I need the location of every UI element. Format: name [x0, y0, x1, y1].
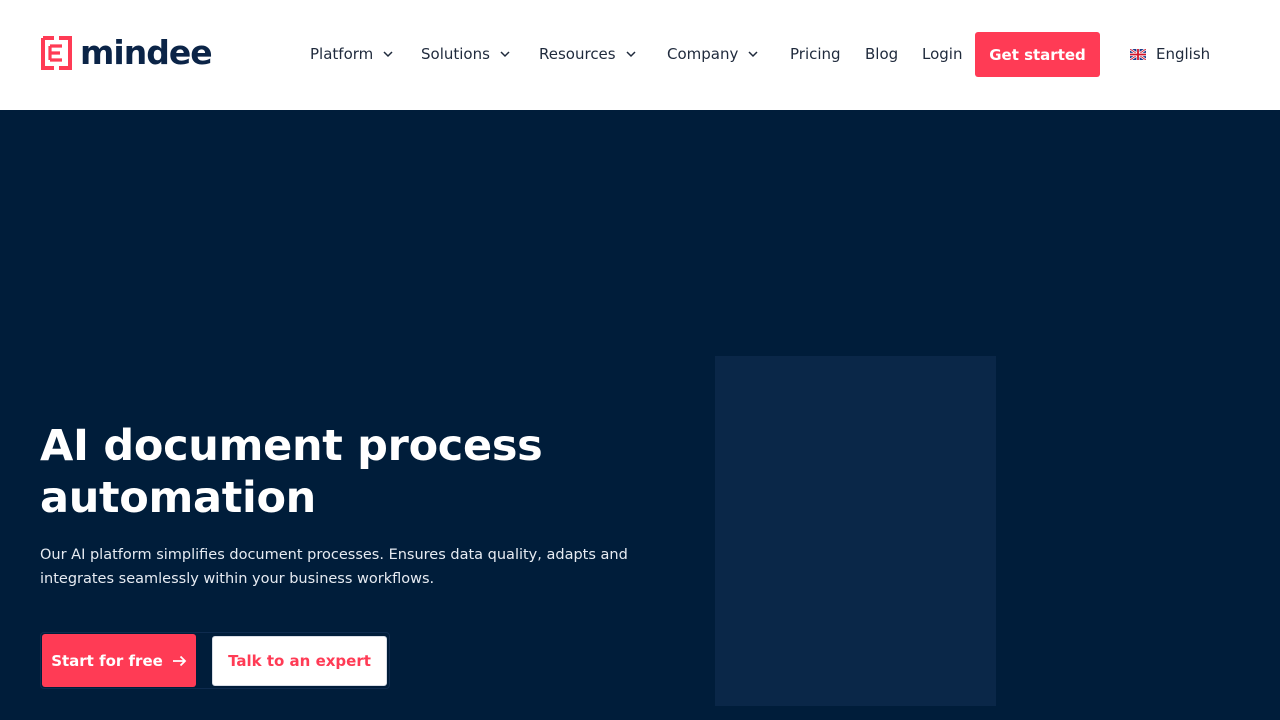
- hero-subtitle: Our AI platform simplifies document proc…: [40, 547, 628, 587]
- hero-title: AI document process automation: [40, 421, 543, 523]
- nav-item-company[interactable]: Company: [667, 43, 759, 65]
- chevron-down-icon: [500, 51, 510, 58]
- uk-flag-icon: [1130, 48, 1146, 60]
- chevron-down-icon: [626, 51, 636, 58]
- chevron-down-icon: [748, 51, 758, 58]
- nav-item-resources[interactable]: Resources: [539, 43, 637, 65]
- nav-item-label: Solutions: [421, 45, 490, 63]
- arrow-right-icon: [172, 655, 187, 666]
- nav-item-label: Pricing: [790, 45, 841, 63]
- nav-item-solutions[interactable]: Solutions: [421, 43, 511, 65]
- site-header: mindee Platform Solutions Resources Comp…: [0, 0, 1280, 110]
- start-for-free-label: Start for free: [51, 651, 163, 670]
- nav-item-label: Platform: [310, 45, 374, 63]
- chevron-down-icon: [383, 51, 393, 58]
- nav-item-label: Blog: [865, 45, 899, 63]
- nav-item-login[interactable]: Login: [922, 43, 962, 65]
- nav-item-label: Company: [667, 45, 739, 63]
- hero-media-placeholder: [715, 356, 996, 706]
- nav-item-label: Resources: [539, 45, 616, 63]
- language-label: English: [1156, 45, 1211, 63]
- language-selector[interactable]: English: [1130, 45, 1210, 63]
- nav-item-blog[interactable]: Blog: [865, 43, 898, 65]
- nav-item-platform[interactable]: Platform: [310, 43, 394, 65]
- nav-item-pricing[interactable]: Pricing: [790, 43, 841, 65]
- nav-item-label: Login: [922, 45, 963, 63]
- start-for-free-button[interactable]: Start for free: [42, 634, 196, 687]
- get-started-button[interactable]: Get started: [975, 32, 1100, 77]
- talk-to-expert-button[interactable]: Talk to an expert: [212, 636, 387, 686]
